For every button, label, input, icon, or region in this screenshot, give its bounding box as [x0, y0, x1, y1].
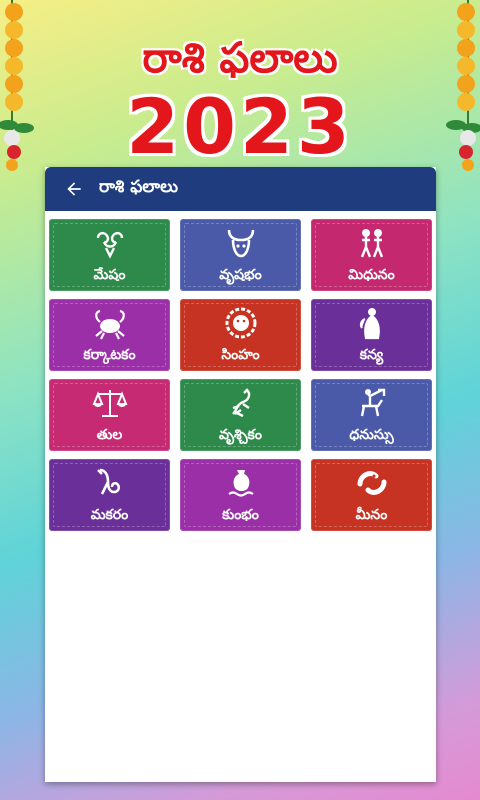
- sign-tile-virgo[interactable]: కన్య: [311, 299, 432, 371]
- sign-tile-leo[interactable]: సింహం: [180, 299, 301, 371]
- arrow-back-icon: [67, 182, 81, 196]
- zodiac-grid: మేషం వృషభం మిధునం కర్కాటకం సింహం కన్య తు…: [45, 211, 436, 531]
- app-bar-title: రాశి ఫలాలు: [99, 177, 179, 197]
- back-button[interactable]: [59, 174, 89, 204]
- sign-tile-taurus[interactable]: వృషభం: [180, 219, 301, 291]
- sign-label: ధనుస్సు: [349, 427, 394, 443]
- sign-label: మీనం: [355, 507, 388, 523]
- sign-label: తుల: [96, 427, 123, 443]
- sign-tile-aries[interactable]: మేషం: [49, 219, 170, 291]
- capricorn-icon: [96, 468, 120, 495]
- sign-label: మకరం: [90, 507, 129, 523]
- sign-label: కర్కాటకం: [83, 347, 136, 363]
- sign-tile-pisces[interactable]: మీనం: [311, 459, 432, 531]
- sign-tile-capricorn[interactable]: మకరం: [49, 459, 170, 531]
- sign-tile-aquarius[interactable]: కుంభం: [180, 459, 301, 531]
- sign-label: కుంభం: [222, 507, 259, 523]
- virgo-icon: [359, 308, 380, 340]
- scorpio-icon: [231, 388, 250, 418]
- header-title: రాశి ఫలాలు: [142, 33, 338, 82]
- sign-label: వృషభం: [219, 267, 262, 283]
- app-screen: రాశి ఫలాలు మేషం వృషభం మిధునం కర్కాటకం సి…: [45, 167, 436, 782]
- cancer-icon: [94, 309, 125, 340]
- app-bar: రాశి ఫలాలు: [45, 167, 436, 211]
- sign-tile-sagittarius[interactable]: ధనుస్సు: [311, 379, 432, 451]
- pisces-icon: [357, 471, 386, 495]
- sign-label: మిధునం: [348, 267, 395, 283]
- sign-tile-cancer[interactable]: కర్కాటకం: [49, 299, 170, 371]
- sign-label: వృశ్చికం: [219, 427, 262, 443]
- sign-tile-scorpio[interactable]: వృశ్చికం: [180, 379, 301, 451]
- leo-icon: [225, 307, 256, 339]
- gemini-icon: [360, 229, 383, 258]
- header-year: 2023: [126, 82, 354, 171]
- sign-label: కన్య: [359, 347, 384, 363]
- sign-label: సింహం: [221, 347, 260, 363]
- sign-tile-libra[interactable]: తుల: [49, 379, 170, 451]
- libra-icon: [92, 390, 127, 417]
- sign-label: మేషం: [93, 267, 126, 283]
- aquarius-icon: [227, 470, 254, 497]
- aries-icon: [96, 231, 123, 259]
- sagittarius-icon: [360, 388, 385, 417]
- taurus-icon: [227, 229, 254, 258]
- sign-tile-gemini[interactable]: మిధునం: [311, 219, 432, 291]
